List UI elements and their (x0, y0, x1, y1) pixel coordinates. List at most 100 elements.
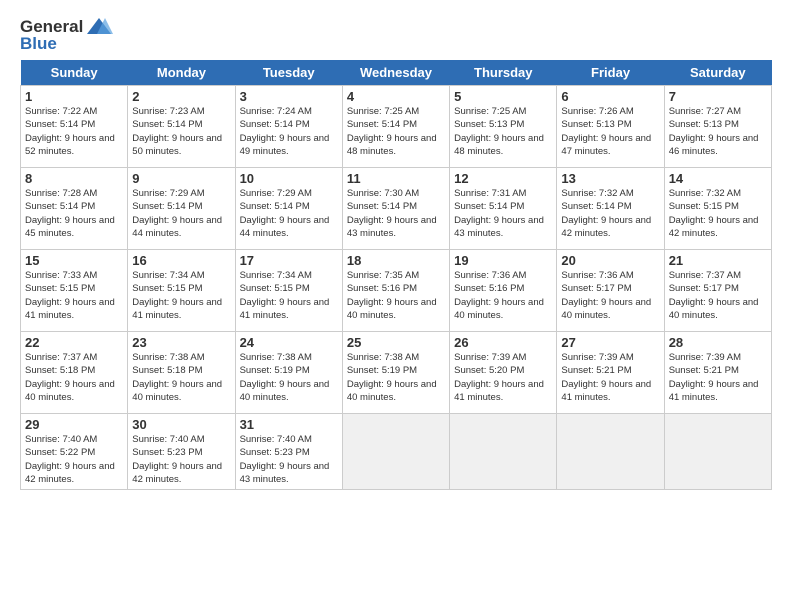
logo-blue-text: Blue (20, 34, 57, 54)
day-cell-empty (342, 414, 449, 490)
day-number: 24 (240, 335, 338, 350)
calendar-table: SundayMondayTuesdayWednesdayThursdayFrid… (20, 60, 772, 490)
day-number: 23 (132, 335, 230, 350)
day-info: Sunrise: 7:36 AM Sunset: 5:16 PM Dayligh… (454, 269, 552, 322)
day-info: Sunrise: 7:39 AM Sunset: 5:21 PM Dayligh… (561, 351, 659, 404)
day-number: 5 (454, 89, 552, 104)
header: General Blue (20, 16, 772, 54)
day-cell-3: 3 Sunrise: 7:24 AM Sunset: 5:14 PM Dayli… (235, 86, 342, 168)
day-number: 11 (347, 171, 445, 186)
day-cell-21: 21 Sunrise: 7:37 AM Sunset: 5:17 PM Dayl… (664, 250, 771, 332)
day-number: 7 (669, 89, 767, 104)
day-number: 2 (132, 89, 230, 104)
day-info: Sunrise: 7:24 AM Sunset: 5:14 PM Dayligh… (240, 105, 338, 158)
day-cell-16: 16 Sunrise: 7:34 AM Sunset: 5:15 PM Dayl… (128, 250, 235, 332)
day-cell-20: 20 Sunrise: 7:36 AM Sunset: 5:17 PM Dayl… (557, 250, 664, 332)
day-cell-6: 6 Sunrise: 7:26 AM Sunset: 5:13 PM Dayli… (557, 86, 664, 168)
day-number: 10 (240, 171, 338, 186)
logo-icon (85, 16, 113, 38)
day-cell-11: 11 Sunrise: 7:30 AM Sunset: 5:14 PM Dayl… (342, 168, 449, 250)
day-info: Sunrise: 7:22 AM Sunset: 5:14 PM Dayligh… (25, 105, 123, 158)
day-info: Sunrise: 7:40 AM Sunset: 5:22 PM Dayligh… (25, 433, 123, 486)
day-cell-17: 17 Sunrise: 7:34 AM Sunset: 5:15 PM Dayl… (235, 250, 342, 332)
day-info: Sunrise: 7:27 AM Sunset: 5:13 PM Dayligh… (669, 105, 767, 158)
day-number: 19 (454, 253, 552, 268)
day-cell-26: 26 Sunrise: 7:39 AM Sunset: 5:20 PM Dayl… (450, 332, 557, 414)
day-number: 26 (454, 335, 552, 350)
day-number: 4 (347, 89, 445, 104)
day-number: 21 (669, 253, 767, 268)
day-number: 28 (669, 335, 767, 350)
day-cell-27: 27 Sunrise: 7:39 AM Sunset: 5:21 PM Dayl… (557, 332, 664, 414)
day-info: Sunrise: 7:25 AM Sunset: 5:14 PM Dayligh… (347, 105, 445, 158)
day-cell-30: 30 Sunrise: 7:40 AM Sunset: 5:23 PM Dayl… (128, 414, 235, 490)
day-info: Sunrise: 7:39 AM Sunset: 5:20 PM Dayligh… (454, 351, 552, 404)
day-cell-28: 28 Sunrise: 7:39 AM Sunset: 5:21 PM Dayl… (664, 332, 771, 414)
day-number: 17 (240, 253, 338, 268)
day-info: Sunrise: 7:32 AM Sunset: 5:15 PM Dayligh… (669, 187, 767, 240)
day-number: 3 (240, 89, 338, 104)
day-number: 20 (561, 253, 659, 268)
day-info: Sunrise: 7:37 AM Sunset: 5:18 PM Dayligh… (25, 351, 123, 404)
day-cell-13: 13 Sunrise: 7:32 AM Sunset: 5:14 PM Dayl… (557, 168, 664, 250)
day-number: 18 (347, 253, 445, 268)
day-cell-1: 1 Sunrise: 7:22 AM Sunset: 5:14 PM Dayli… (21, 86, 128, 168)
day-info: Sunrise: 7:29 AM Sunset: 5:14 PM Dayligh… (132, 187, 230, 240)
day-cell-12: 12 Sunrise: 7:31 AM Sunset: 5:14 PM Dayl… (450, 168, 557, 250)
day-info: Sunrise: 7:33 AM Sunset: 5:15 PM Dayligh… (25, 269, 123, 322)
day-cell-23: 23 Sunrise: 7:38 AM Sunset: 5:18 PM Dayl… (128, 332, 235, 414)
day-cell-9: 9 Sunrise: 7:29 AM Sunset: 5:14 PM Dayli… (128, 168, 235, 250)
day-number: 31 (240, 417, 338, 432)
day-info: Sunrise: 7:28 AM Sunset: 5:14 PM Dayligh… (25, 187, 123, 240)
day-number: 14 (669, 171, 767, 186)
day-number: 8 (25, 171, 123, 186)
day-info: Sunrise: 7:40 AM Sunset: 5:23 PM Dayligh… (132, 433, 230, 486)
day-cell-19: 19 Sunrise: 7:36 AM Sunset: 5:16 PM Dayl… (450, 250, 557, 332)
day-info: Sunrise: 7:38 AM Sunset: 5:18 PM Dayligh… (132, 351, 230, 404)
day-number: 15 (25, 253, 123, 268)
day-cell-22: 22 Sunrise: 7:37 AM Sunset: 5:18 PM Dayl… (21, 332, 128, 414)
day-info: Sunrise: 7:39 AM Sunset: 5:21 PM Dayligh… (669, 351, 767, 404)
day-cell-18: 18 Sunrise: 7:35 AM Sunset: 5:16 PM Dayl… (342, 250, 449, 332)
day-header-sunday: Sunday (21, 60, 128, 86)
day-header-tuesday: Tuesday (235, 60, 342, 86)
day-number: 9 (132, 171, 230, 186)
day-info: Sunrise: 7:38 AM Sunset: 5:19 PM Dayligh… (347, 351, 445, 404)
day-info: Sunrise: 7:34 AM Sunset: 5:15 PM Dayligh… (132, 269, 230, 322)
page: General Blue SundayMondayTuesdayWednesda… (0, 0, 792, 500)
day-cell-8: 8 Sunrise: 7:28 AM Sunset: 5:14 PM Dayli… (21, 168, 128, 250)
day-header-thursday: Thursday (450, 60, 557, 86)
day-cell-29: 29 Sunrise: 7:40 AM Sunset: 5:22 PM Dayl… (21, 414, 128, 490)
day-cell-15: 15 Sunrise: 7:33 AM Sunset: 5:15 PM Dayl… (21, 250, 128, 332)
day-info: Sunrise: 7:31 AM Sunset: 5:14 PM Dayligh… (454, 187, 552, 240)
day-cell-31: 31 Sunrise: 7:40 AM Sunset: 5:23 PM Dayl… (235, 414, 342, 490)
day-info: Sunrise: 7:23 AM Sunset: 5:14 PM Dayligh… (132, 105, 230, 158)
day-cell-empty (450, 414, 557, 490)
day-cell-5: 5 Sunrise: 7:25 AM Sunset: 5:13 PM Dayli… (450, 86, 557, 168)
day-header-friday: Friday (557, 60, 664, 86)
day-cell-14: 14 Sunrise: 7:32 AM Sunset: 5:15 PM Dayl… (664, 168, 771, 250)
day-cell-25: 25 Sunrise: 7:38 AM Sunset: 5:19 PM Dayl… (342, 332, 449, 414)
day-info: Sunrise: 7:30 AM Sunset: 5:14 PM Dayligh… (347, 187, 445, 240)
day-cell-7: 7 Sunrise: 7:27 AM Sunset: 5:13 PM Dayli… (664, 86, 771, 168)
day-number: 13 (561, 171, 659, 186)
day-number: 29 (25, 417, 123, 432)
day-info: Sunrise: 7:36 AM Sunset: 5:17 PM Dayligh… (561, 269, 659, 322)
day-number: 27 (561, 335, 659, 350)
day-number: 25 (347, 335, 445, 350)
day-number: 30 (132, 417, 230, 432)
day-cell-empty (664, 414, 771, 490)
day-cell-empty (557, 414, 664, 490)
day-info: Sunrise: 7:37 AM Sunset: 5:17 PM Dayligh… (669, 269, 767, 322)
day-info: Sunrise: 7:25 AM Sunset: 5:13 PM Dayligh… (454, 105, 552, 158)
day-cell-10: 10 Sunrise: 7:29 AM Sunset: 5:14 PM Dayl… (235, 168, 342, 250)
day-info: Sunrise: 7:38 AM Sunset: 5:19 PM Dayligh… (240, 351, 338, 404)
day-number: 12 (454, 171, 552, 186)
day-header-saturday: Saturday (664, 60, 771, 86)
day-info: Sunrise: 7:40 AM Sunset: 5:23 PM Dayligh… (240, 433, 338, 486)
day-info: Sunrise: 7:32 AM Sunset: 5:14 PM Dayligh… (561, 187, 659, 240)
day-number: 22 (25, 335, 123, 350)
day-cell-2: 2 Sunrise: 7:23 AM Sunset: 5:14 PM Dayli… (128, 86, 235, 168)
day-cell-4: 4 Sunrise: 7:25 AM Sunset: 5:14 PM Dayli… (342, 86, 449, 168)
day-header-wednesday: Wednesday (342, 60, 449, 86)
